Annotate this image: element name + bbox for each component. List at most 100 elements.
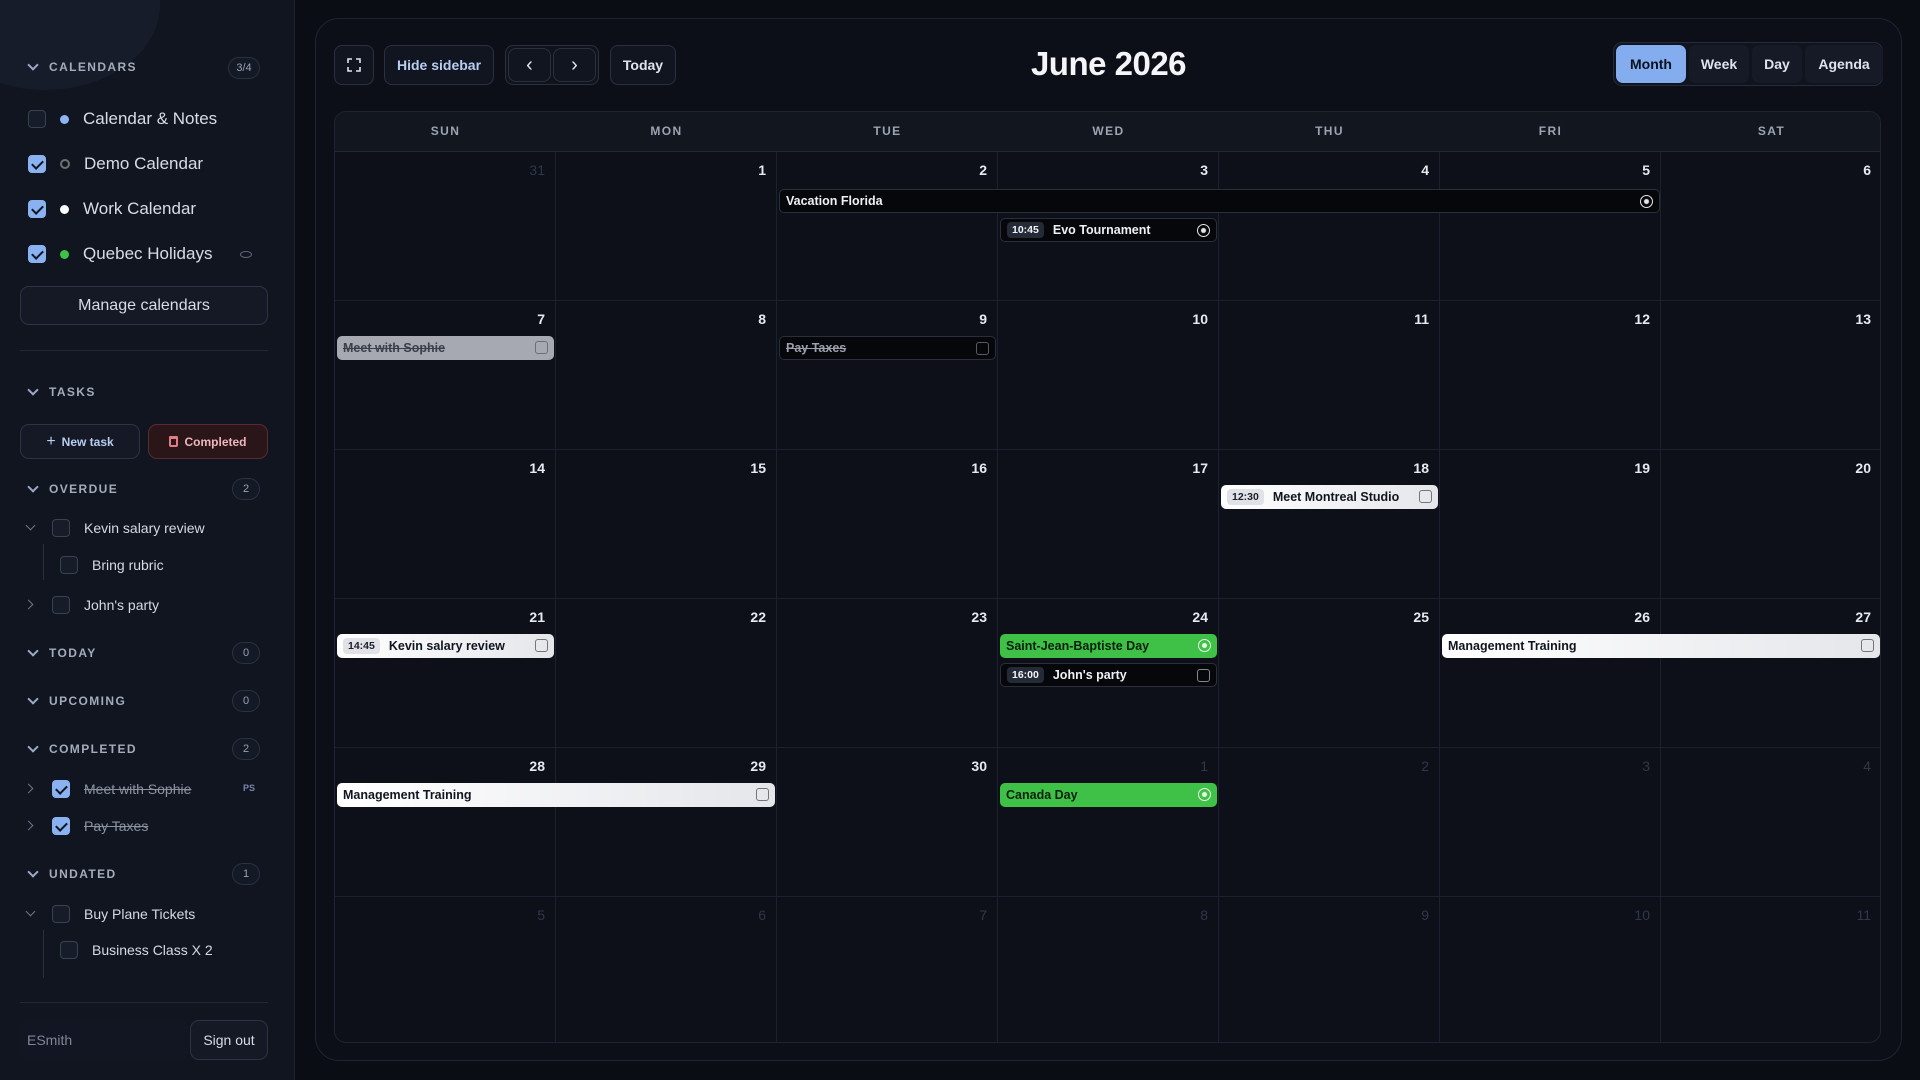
day-cell[interactable]: 18 [1219,450,1440,599]
day-cell[interactable]: 17 [998,450,1219,599]
task-checkbox[interactable] [52,519,70,537]
task-checkbox[interactable] [60,941,78,959]
day-cell[interactable]: 19 [1440,450,1661,599]
event-kevin-salary-review[interactable]: 14:45 Kevin salary review [337,634,554,658]
task-checkbox[interactable] [60,556,78,574]
calendar-checkbox[interactable] [28,110,46,128]
task-checkbox[interactable] [52,817,70,835]
day-cell[interactable]: 21 [335,599,556,748]
day-cell[interactable]: 3 [1440,748,1661,897]
day-cell[interactable]: 20 [1661,450,1880,599]
undated-group-header[interactable]: UNDATED [26,867,117,881]
eye-icon[interactable] [212,244,253,264]
calendar-item-demo[interactable]: Demo Calendar [28,154,203,174]
calendar-checkbox[interactable] [28,245,46,263]
task-business-class[interactable]: Business Class X 2 [60,941,213,959]
next-month-button[interactable]: › [553,48,596,82]
day-cell[interactable]: 4 [1219,152,1440,301]
event-johns-party[interactable]: 16:00 John's party [1000,663,1217,687]
sign-out-button[interactable]: Sign out [190,1020,268,1060]
day-cell[interactable]: 31 [335,152,556,301]
chevron-down-icon[interactable] [24,521,38,535]
day-cell[interactable]: 1 [556,152,777,301]
upcoming-group-header[interactable]: UPCOMING [26,694,126,708]
day-cell[interactable]: 8 [998,897,1219,1042]
day-cell[interactable]: 7 [777,897,998,1042]
completed-tasks-button[interactable]: Completed [148,424,268,459]
day-cell[interactable]: 2 [777,152,998,301]
tasks-section-header[interactable]: TASKS [26,385,96,399]
event-management-training[interactable]: Management Training [337,783,775,807]
day-cell[interactable]: 5 [1440,152,1661,301]
task-meet-with-sophie[interactable]: Meet with Sophie [24,780,191,798]
day-cell[interactable]: 6 [556,897,777,1042]
calendar-item-calendar-notes[interactable]: Calendar & Notes [28,109,217,129]
calendars-section-header[interactable]: CALENDARS [26,60,137,74]
day-cell[interactable]: 10 [998,301,1219,450]
calendar-checkbox[interactable] [28,155,46,173]
event-meet-with-sophie[interactable]: Meet with Sophie [337,336,554,360]
view-month-button[interactable]: Month [1616,45,1686,83]
day-cell[interactable]: 16 [777,450,998,599]
day-cell[interactable]: 27 [1661,599,1880,748]
day-cell[interactable]: 15 [556,450,777,599]
event-vacation-florida[interactable]: Vacation Florida [779,189,1660,213]
event-meet-montreal-studio[interactable]: 12:30 Meet Montreal Studio [1221,485,1438,509]
day-cell[interactable]: 26 [1440,599,1661,748]
view-day-button[interactable]: Day [1752,45,1802,83]
day-cell[interactable]: 6 [1661,152,1880,301]
task-bring-rubric[interactable]: Bring rubric [60,556,164,574]
new-task-button[interactable]: + New task [20,424,140,459]
day-cell[interactable]: 29 [556,748,777,897]
event-canada-day[interactable]: Canada Day [1000,783,1217,807]
calendar-item-work[interactable]: Work Calendar [28,199,196,219]
day-cell[interactable]: 9 [1219,897,1440,1042]
day-cell[interactable]: 14 [335,450,556,599]
day-cell[interactable]: 12 [1440,301,1661,450]
task-kevin-salary-review[interactable]: Kevin salary review [24,519,205,537]
fullscreen-button[interactable] [334,45,374,85]
day-cell[interactable]: 8 [556,301,777,450]
calendar-icon [1198,788,1211,801]
chevron-right-icon[interactable] [24,598,38,612]
day-cell[interactable]: 1 [998,748,1219,897]
task-johns-party[interactable]: John's party [24,596,159,614]
day-cell[interactable]: 7 [335,301,556,450]
day-cell[interactable]: 22 [556,599,777,748]
calendar-checkbox[interactable] [28,200,46,218]
event-pay-taxes[interactable]: Pay Taxes [779,336,996,360]
day-cell[interactable]: 25 [1219,599,1440,748]
task-checkbox[interactable] [52,780,70,798]
day-cell[interactable]: 5 [335,897,556,1042]
calendar-item-quebec-holidays[interactable]: Quebec Holidays [28,244,253,264]
completed-group-header[interactable]: COMPLETED [26,742,137,756]
hide-sidebar-button[interactable]: Hide sidebar [384,45,494,85]
day-cell[interactable]: 13 [1661,301,1880,450]
day-cell[interactable]: 30 [777,748,998,897]
event-saint-jean-baptiste-day[interactable]: Saint-Jean-Baptiste Day [1000,634,1217,658]
task-checkbox[interactable] [52,596,70,614]
manage-calendars-button[interactable]: Manage calendars [20,286,268,325]
view-week-button[interactable]: Week [1689,45,1749,83]
chevron-right-icon[interactable] [24,782,38,796]
event-evo-tournament[interactable]: 10:45 Evo Tournament [1000,218,1217,242]
event-management-training[interactable]: Management Training [1442,634,1880,658]
prev-month-button[interactable]: ‹ [508,48,551,82]
task-checkbox[interactable] [52,905,70,923]
day-cell[interactable]: 23 [777,599,998,748]
day-cell[interactable]: 9 [777,301,998,450]
view-agenda-button[interactable]: Agenda [1805,45,1883,83]
task-pay-taxes[interactable]: Pay Taxes [24,817,148,835]
task-buy-plane-tickets[interactable]: Buy Plane Tickets [24,905,195,923]
day-cell[interactable]: 2 [1219,748,1440,897]
day-cell[interactable]: 11 [1219,301,1440,450]
day-cell[interactable]: 4 [1661,748,1880,897]
overdue-group-header[interactable]: OVERDUE [26,482,118,496]
today-group-header[interactable]: TODAY [26,646,97,660]
chevron-right-icon[interactable] [24,819,38,833]
day-cell[interactable]: 10 [1440,897,1661,1042]
day-cell[interactable]: 11 [1661,897,1880,1042]
today-button[interactable]: Today [610,45,676,85]
day-cell[interactable]: 28 [335,748,556,897]
chevron-down-icon[interactable] [24,907,38,921]
